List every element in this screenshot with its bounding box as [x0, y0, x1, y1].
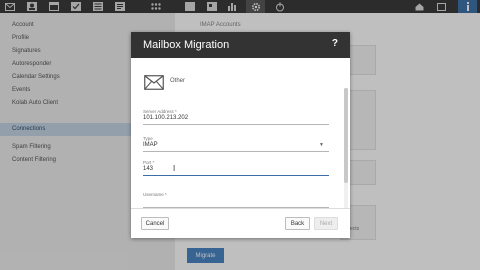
port-field[interactable]: Port * 143 I — [143, 160, 329, 177]
username-label: Username * — [143, 192, 167, 197]
dialog-footer: Cancel Back Next — [131, 208, 350, 238]
server-address-field[interactable]: Server Address * 101.100.213.202 — [143, 109, 329, 126]
port-label: Port * — [143, 160, 155, 165]
field-underline — [143, 124, 329, 125]
text-cursor-icon: I — [173, 164, 176, 173]
next-button[interactable]: Next — [314, 217, 338, 230]
type-value[interactable]: IMAP — [143, 142, 158, 148]
cancel-button[interactable]: Cancel — [141, 217, 169, 230]
server-address-input[interactable]: 101.100.213.202 — [143, 115, 188, 121]
dialog-title: Mailbox Migration — [143, 39, 230, 51]
field-underline — [143, 151, 329, 152]
dialog-scrollbar-thumb[interactable] — [344, 88, 348, 183]
help-icon[interactable]: ? — [332, 38, 338, 49]
envelope-icon — [144, 75, 164, 95]
type-select[interactable]: Type IMAP ▼ — [143, 136, 329, 153]
field-underline — [143, 175, 329, 176]
server-address-label: Server Address * — [143, 109, 177, 114]
username-field[interactable]: Username * — [143, 192, 329, 209]
back-button[interactable]: Back — [285, 217, 310, 230]
mailbox-migration-dialog: Mailbox Migration ? Other Server Address… — [131, 32, 350, 238]
dialog-header: Mailbox Migration ? — [131, 32, 350, 58]
type-label: Type — [143, 136, 153, 141]
provider-name: Other — [170, 78, 186, 84]
dropdown-caret-icon[interactable]: ▼ — [319, 142, 324, 148]
port-input[interactable]: 143 — [143, 166, 153, 172]
